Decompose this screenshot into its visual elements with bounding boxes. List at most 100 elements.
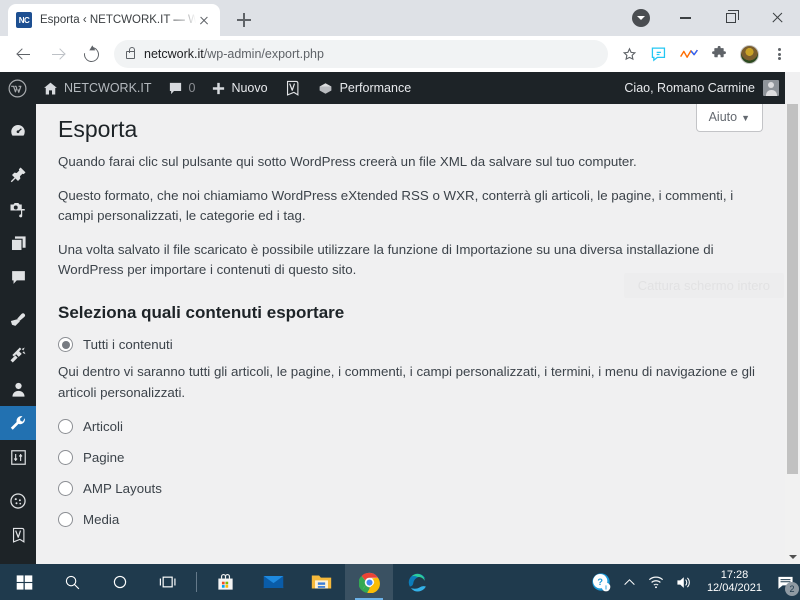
taskbar-item-mail[interactable] [249, 564, 297, 600]
sidebar-item-media[interactable] [0, 192, 36, 226]
radio-indicator[interactable] [58, 481, 73, 497]
url-domain: netcwork.it [144, 47, 204, 61]
settings-sliders-icon [10, 449, 26, 465]
url-path: /wp-admin/export.php [203, 47, 324, 61]
evernote-clipper-button[interactable] [646, 41, 672, 67]
sidebar-item-dashboard[interactable] [0, 114, 36, 148]
radio-indicator[interactable] [58, 337, 73, 353]
wordpress-admin-page: NETCWORK.IT 0 Nuovo Performance Ciao, Ro… [0, 72, 800, 564]
home-icon [44, 82, 57, 94]
page-scrollbar[interactable] [785, 104, 800, 564]
paintbrush-icon [10, 313, 26, 326]
yoast-seo-icon [286, 80, 299, 96]
tray-network-button[interactable] [642, 564, 670, 600]
chrome-menu-button[interactable] [766, 41, 792, 67]
taskbar-item-microsoft-edge[interactable] [393, 564, 441, 600]
radio-label: Media [83, 512, 120, 528]
analytics-button[interactable] [676, 41, 702, 67]
address-bar[interactable]: netcwork.it/wp-admin/export.php [114, 40, 608, 68]
wp-admin-sidebar [0, 104, 44, 564]
radio-indicator[interactable] [58, 450, 73, 466]
taskbar-item-google-chrome[interactable] [345, 564, 393, 600]
performance-label: Performance [339, 81, 412, 95]
media-camera-music-icon [10, 203, 25, 218]
pin-icon [10, 167, 26, 183]
sidebar-item-tools[interactable] [0, 406, 44, 440]
tab-strip: NC Esporta ‹ NETCWORK.IT — WordP [0, 0, 800, 36]
notification-count-badge: 2 [785, 582, 799, 596]
radio-option-media[interactable]: Media [58, 512, 765, 528]
speaker-icon [677, 576, 690, 588]
performance-icon [319, 82, 331, 94]
extensions-button[interactable] [706, 41, 732, 67]
sidebar-item-cookies[interactable] [0, 484, 36, 518]
new-tab-button[interactable] [230, 6, 258, 34]
radio-indicator[interactable] [58, 512, 73, 528]
forward-button[interactable] [43, 40, 71, 68]
chrome-menu-kebab-icon [771, 46, 787, 62]
chevron-up-icon [624, 578, 635, 585]
radio-option-pagine[interactable]: Pagine [58, 450, 765, 466]
reload-button[interactable] [77, 40, 105, 68]
new-content-menu[interactable]: Nuovo [203, 72, 275, 104]
window-minimize-button[interactable] [662, 0, 708, 36]
profile-button[interactable] [736, 41, 762, 67]
taskbar-clock[interactable]: 17:28 12/04/2021 [699, 569, 770, 595]
site-name-menu[interactable]: NETCWORK.IT [35, 72, 160, 104]
sidebar-item-pages[interactable] [0, 226, 36, 260]
notification-center-button[interactable]: 2 [770, 564, 800, 600]
tab-search-icon[interactable] [632, 9, 650, 27]
help-tab-button[interactable]: Aiuto ▼ [695, 104, 763, 132]
sidebar-item-posts[interactable] [0, 158, 36, 192]
taskbar-item-microsoft-store[interactable] [201, 564, 249, 600]
radio-option-all-content[interactable]: Tutti i contenuti [58, 337, 765, 353]
yoast-menu[interactable] [276, 72, 309, 104]
search-magnifier-icon [65, 575, 79, 589]
taskbar-item-file-explorer[interactable] [297, 564, 345, 600]
sidebar-item-plugins[interactable] [0, 338, 36, 372]
wifi-icon [648, 576, 664, 589]
tray-help-button[interactable]: ? i [585, 564, 617, 600]
file-explorer-folder-icon [311, 575, 331, 589]
tray-volume-button[interactable] [670, 564, 699, 600]
bookmark-star-button[interactable] [616, 41, 642, 67]
comment-bubble-icon [11, 270, 25, 284]
sidebar-item-users[interactable] [0, 372, 36, 406]
wordpress-logo-icon [8, 79, 27, 97]
comments-menu[interactable]: 0 [160, 72, 204, 104]
sidebar-item-yoast-seo[interactable] [0, 518, 36, 552]
radio-label: Articoli [83, 419, 123, 435]
taskbar-item-task-view[interactable] [144, 564, 192, 600]
taskbar-divider [196, 572, 197, 592]
sidebar-item-comments[interactable] [0, 260, 36, 294]
radio-option-articoli[interactable]: Articoli [58, 419, 765, 435]
taskbar-item-search[interactable] [48, 564, 96, 600]
radio-label: Tutti i contenuti [83, 337, 173, 353]
taskbar-item-start[interactable] [0, 564, 48, 600]
tab-close-icon[interactable] [196, 12, 212, 28]
evernote-clipper-icon [651, 46, 665, 61]
pages-icon [10, 235, 26, 251]
window-maximize-button[interactable] [708, 0, 754, 36]
clock-date: 12/04/2021 [706, 582, 762, 594]
task-view-icon [159, 576, 176, 588]
comment-bubble-icon [169, 82, 181, 94]
taskbar-item-cortana[interactable] [96, 564, 144, 600]
reload-icon [80, 43, 102, 65]
account-menu[interactable]: Ciao, Romano Carmine [624, 80, 785, 96]
radio-indicator[interactable] [58, 419, 73, 435]
tray-overflow-button[interactable] [617, 564, 642, 600]
scrollbar-down-arrow[interactable] [785, 549, 800, 564]
scrollbar-thumb[interactable] [787, 104, 798, 474]
radio-option-amp-layouts[interactable]: AMP Layouts [58, 481, 765, 497]
clock-time: 17:28 [720, 569, 749, 581]
sidebar-item-settings[interactable] [0, 440, 36, 474]
window-close-button[interactable] [754, 0, 800, 36]
wp-logo-menu[interactable] [0, 72, 35, 104]
performance-menu[interactable]: Performance [309, 72, 420, 104]
browser-tab[interactable]: NC Esporta ‹ NETCWORK.IT — WordP [8, 4, 220, 36]
tab-favicon: NC [16, 12, 32, 28]
sidebar-item-appearance[interactable] [0, 304, 36, 338]
section-title: Seleziona quali contenuti esportare [58, 303, 345, 323]
back-button[interactable] [9, 40, 37, 68]
